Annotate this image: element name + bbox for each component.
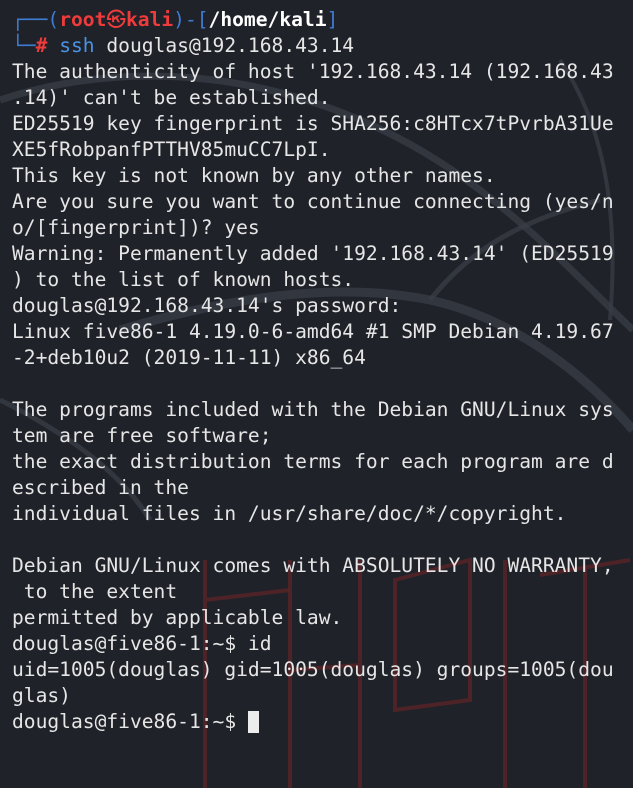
output-line: Debian GNU/Linux comes with ABSOLUTELY N… <box>12 554 614 577</box>
output-line: Linux five86-1 4.19.0-6-amd64 #1 SMP Deb… <box>12 320 614 343</box>
output-line: -2+deb10u2 (2019-11-11) x86_64 <box>12 346 366 369</box>
prompt-host: kali <box>125 8 174 31</box>
output-line: Are you sure you want to continue connec… <box>12 190 614 213</box>
output-line: uid=1005(douglas) gid=1005(douglas) grou… <box>12 658 614 681</box>
prompt-path: /home/kali <box>208 8 327 31</box>
skull-icon: ㉿ <box>106 8 126 31</box>
output-line: o/[fingerprint])? yes <box>12 216 260 239</box>
output-line: This key is not known by any other names… <box>12 164 496 187</box>
terminal-window[interactable]: ┌──(root㉿kali)-[/home/kali] └─# ssh doug… <box>0 0 633 788</box>
output-line: Warning: Permanently added '192.168.43.1… <box>12 242 614 265</box>
output-line: .14)' can't be established. <box>12 86 331 109</box>
prompt-command-line: └─# ssh douglas@192.168.43.14 <box>12 34 355 57</box>
output-line: escribed in the <box>12 476 189 499</box>
output-line: douglas@five86-1:~$ id <box>12 632 272 655</box>
output-line: The programs included with the Debian GN… <box>12 398 614 421</box>
terminal-output: ┌──(root㉿kali)-[/home/kali] └─# ssh doug… <box>12 7 614 735</box>
prompt-header: ┌──(root㉿kali)-[/home/kali] <box>12 8 339 31</box>
prompt-user: root <box>59 8 107 31</box>
root-prompt-symbol: # <box>35 34 48 57</box>
output-line: ED25519 key fingerprint is SHA256:c8HTcx… <box>12 112 614 135</box>
output-line: the exact distribution terms for each pr… <box>12 450 614 473</box>
current-prompt-line[interactable]: douglas@five86-1:~$ <box>12 709 614 735</box>
output-line: ) to the list of known hosts. <box>12 268 355 291</box>
output-line: glas) <box>12 684 71 707</box>
command-name: ssh <box>59 34 95 57</box>
output-line: The authenticity of host '192.168.43.14 … <box>12 60 614 83</box>
command-argument: douglas@192.168.43.14 <box>94 34 355 57</box>
output-line: permitted by applicable law. <box>12 606 343 629</box>
output-line: XE5fRobpanfPTTHV85muCC7LpI. <box>12 138 331 161</box>
final-prompt: douglas@five86-1:~$ <box>12 710 248 733</box>
output-line: douglas@192.168.43.14's password: <box>12 294 402 317</box>
output-line: tem are free software; <box>12 424 272 447</box>
text-cursor[interactable] <box>247 711 259 733</box>
output-line: individual files in /usr/share/doc/*/cop… <box>12 502 567 525</box>
output-line: to the extent <box>12 580 178 603</box>
